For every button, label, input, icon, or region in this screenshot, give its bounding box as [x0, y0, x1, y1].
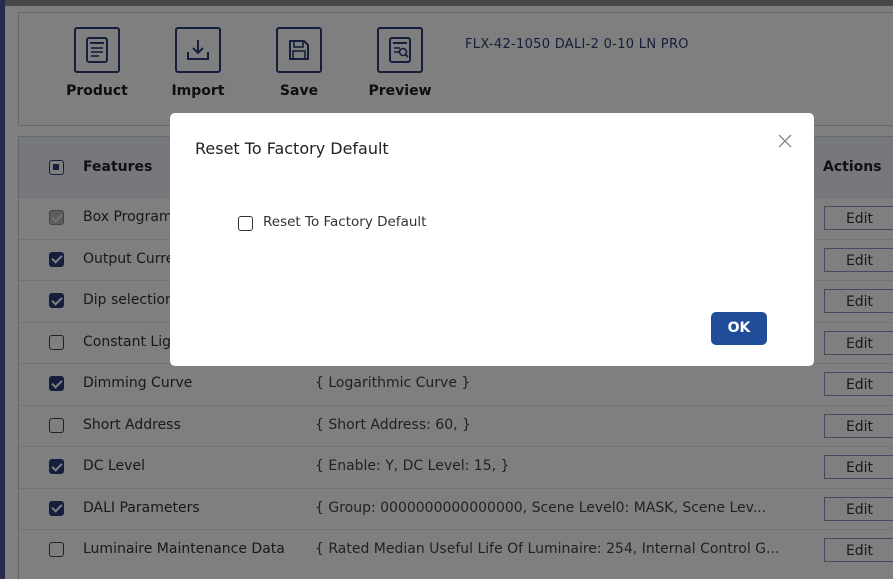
reset-factory-default-checkbox[interactable]	[238, 216, 253, 231]
modal-title: Reset To Factory Default	[195, 139, 389, 158]
ok-button[interactable]: OK	[711, 312, 767, 345]
reset-factory-default-modal: Reset To Factory Default Reset To Factor…	[170, 113, 814, 366]
close-icon[interactable]	[775, 131, 795, 151]
reset-factory-default-label: Reset To Factory Default	[263, 214, 427, 230]
app-window: Product Import Save Preview FLX-42-1050 …	[0, 0, 893, 580]
